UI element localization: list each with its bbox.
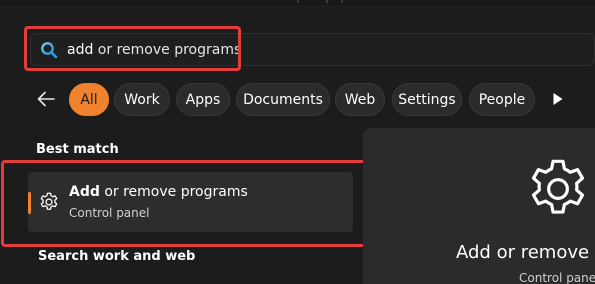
- preview-title: Add or remove pr: [456, 242, 595, 263]
- search-query-suggestion: or remove programs: [93, 41, 242, 58]
- search-query-typed: add: [67, 41, 94, 58]
- best-match-title-bold: Add: [69, 184, 100, 200]
- filter-chip-settings[interactable]: Settings: [392, 83, 462, 116]
- best-match-subtitle: Control panel: [69, 206, 150, 220]
- filter-chip-apps[interactable]: Apps: [176, 83, 230, 116]
- search-query: add or remove programs: [67, 42, 241, 58]
- best-match-heading: Best match: [36, 142, 119, 157]
- back-button[interactable]: [35, 88, 57, 110]
- filter-chip-label: Documents: [243, 91, 323, 108]
- best-match-title-rest: or remove programs: [99, 184, 248, 200]
- filter-chip-web[interactable]: Web: [335, 83, 385, 116]
- more-filters-button[interactable]: [548, 89, 568, 109]
- play-icon: [553, 93, 563, 105]
- filter-chip-all[interactable]: All: [69, 83, 109, 116]
- top-strip: [0, 0, 595, 5]
- filter-chip-label: Web: [344, 91, 376, 108]
- best-match-result[interactable]: Add or remove programs Control panel: [28, 172, 353, 232]
- gear-icon: [40, 192, 58, 210]
- filter-chip-label: Settings: [398, 91, 456, 108]
- back-arrow-icon: [37, 91, 55, 107]
- top-strip-nub: [297, 0, 299, 3]
- preview-panel: Add or remove pr Control panel: [363, 128, 595, 284]
- gear-icon: [531, 159, 585, 214]
- search-work-web-heading: Search work and web: [38, 249, 196, 264]
- top-strip-nub: [341, 0, 343, 3]
- filter-chip-documents[interactable]: Documents: [236, 83, 330, 116]
- selection-accent: [28, 192, 31, 214]
- filter-chip-label: People: [478, 91, 526, 108]
- filter-chip-work[interactable]: Work: [114, 83, 170, 116]
- filter-chip-people[interactable]: People: [469, 83, 535, 116]
- filter-chip-label: Work: [124, 91, 160, 108]
- top-strip-nub: [326, 0, 328, 3]
- search-input[interactable]: add or remove programs: [30, 33, 595, 66]
- filter-chip-label: All: [80, 91, 98, 108]
- search-icon: [41, 41, 58, 58]
- preview-subtitle: Control panel: [519, 271, 595, 284]
- best-match-title: Add or remove programs: [69, 184, 248, 200]
- filter-chip-label: Apps: [185, 91, 221, 108]
